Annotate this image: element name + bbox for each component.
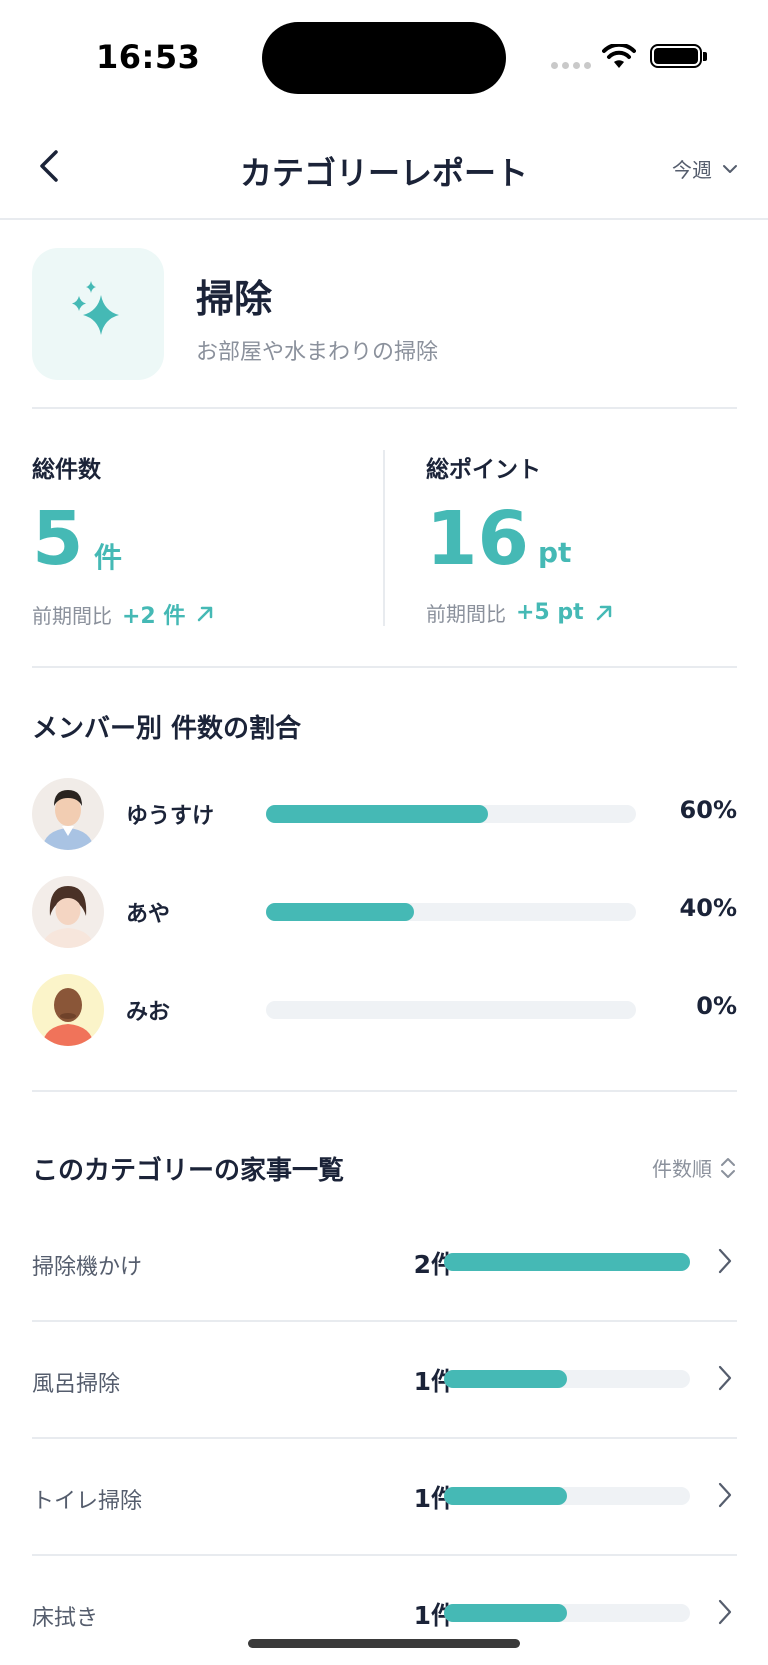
total-count-value: 5	[32, 496, 84, 582]
category-description: お部屋や水まわりの掃除	[196, 340, 439, 365]
avatar	[32, 974, 104, 1046]
total-count-label: 総件数	[32, 457, 101, 483]
member-percent: 60%	[679, 796, 737, 824]
chore-name: トイレ掃除	[32, 1489, 143, 1514]
member-share-fill	[266, 903, 414, 921]
arrow-up-right-icon	[198, 606, 213, 622]
stats-divider	[383, 450, 385, 626]
total-points-compare: 前期間比 +5 pt	[426, 598, 614, 627]
chore-name: 掃除機かけ	[32, 1255, 143, 1280]
total-points-value: 16	[426, 496, 529, 582]
chevron-right-icon	[718, 1365, 732, 1391]
page-title: カテゴリーレポート	[239, 154, 528, 192]
chevron-right-icon	[718, 1599, 732, 1625]
member-percent: 0%	[696, 992, 737, 1020]
chore-row[interactable]: 掃除機かけ 2件	[32, 1205, 737, 1322]
chores-section-title: このカテゴリーの家事一覧	[32, 1156, 345, 1186]
members-section-title: メンバー別 件数の割合	[32, 714, 302, 744]
chore-row[interactable]: 風呂掃除 1件	[32, 1322, 737, 1439]
chore-share-bar	[444, 1487, 690, 1505]
chore-share-bar	[444, 1370, 690, 1388]
chore-share-bar	[444, 1253, 690, 1271]
points-delta: +5 pt	[516, 600, 584, 625]
member-name: みお	[126, 1000, 171, 1025]
chore-share-fill	[444, 1604, 567, 1622]
member-percent: 40%	[679, 894, 737, 922]
status-bar: 16:53	[0, 0, 768, 110]
total-count-compare: 前期間比 +2 件	[32, 598, 215, 630]
member-name: ゆうすけ	[126, 804, 215, 829]
member-share-fill	[266, 805, 488, 823]
member-row: ゆうすけ 60%	[32, 778, 737, 850]
compare-label: 前期間比	[32, 603, 112, 628]
chore-name: 床拭き	[32, 1606, 99, 1631]
divider	[32, 1090, 737, 1092]
chevron-right-icon	[718, 1248, 732, 1274]
chore-name: 風呂掃除	[32, 1372, 121, 1397]
period-label: 今週	[672, 158, 712, 182]
divider	[32, 666, 737, 668]
member-row: あや 40%	[32, 876, 737, 948]
category-name: 掃除	[196, 277, 273, 321]
status-time: 16:53	[96, 38, 201, 76]
compare-label: 前期間比	[426, 602, 506, 626]
period-select[interactable]: 今週	[672, 154, 738, 183]
chore-row[interactable]: 床拭き 1件	[32, 1556, 737, 1665]
category-icon-tile	[32, 248, 164, 380]
total-points-label: 総ポイント	[426, 457, 541, 483]
sort-toggle-icon	[721, 1157, 735, 1178]
divider	[32, 407, 737, 409]
member-share-bar	[266, 903, 636, 921]
sort-select[interactable]: 件数順	[652, 1153, 736, 1182]
member-name: あや	[126, 902, 171, 927]
wifi-icon	[602, 44, 636, 68]
header: カテゴリーレポート 今週	[0, 110, 768, 220]
count-delta: +2 件	[122, 604, 186, 629]
avatar	[32, 778, 104, 850]
dynamic-island	[262, 22, 506, 94]
chore-share-fill	[444, 1253, 690, 1271]
avatar	[32, 876, 104, 948]
total-count-unit: 件	[94, 541, 123, 574]
total-points-unit: pt	[538, 536, 572, 569]
chore-share-fill	[444, 1487, 567, 1505]
chevron-down-icon	[723, 164, 737, 173]
member-share-bar	[266, 1001, 636, 1019]
chore-share-bar	[444, 1604, 690, 1622]
battery-icon	[650, 44, 707, 68]
arrow-up-right-icon	[596, 605, 611, 620]
sparkles-icon	[72, 281, 119, 335]
member-share-bar	[266, 805, 636, 823]
signal-icon	[551, 62, 591, 69]
chore-row[interactable]: トイレ掃除 1件	[32, 1439, 737, 1556]
chevron-right-icon	[718, 1482, 732, 1508]
sort-label: 件数順	[652, 1157, 712, 1181]
home-indicator	[248, 1639, 520, 1648]
chore-share-fill	[444, 1370, 567, 1388]
member-row: みお 0%	[32, 974, 737, 1046]
